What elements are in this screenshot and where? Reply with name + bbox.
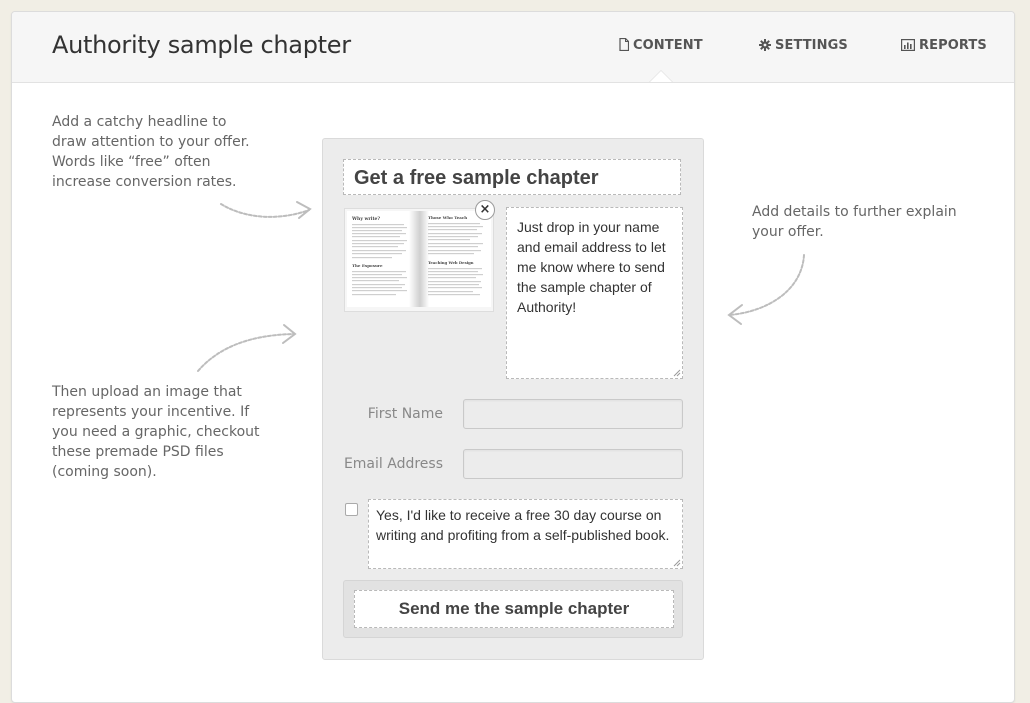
headline-help-text: Add a catchy headline to draw attention … — [52, 114, 250, 190]
email-input[interactable] — [463, 449, 683, 479]
active-tab-indicator — [650, 71, 672, 82]
details-help-text: Add details to further explain your offe… — [752, 204, 957, 240]
tab-settings-label: SETTINGS — [775, 38, 848, 53]
tab-reports[interactable]: REPORTS — [901, 38, 987, 55]
incentive-image[interactable]: Why write? The Exposure Those Who Teach … — [344, 208, 494, 312]
book-right-heading-1: Those Who Teach — [428, 215, 467, 220]
details-textarea[interactable]: Just drop in your name and email address… — [506, 207, 683, 379]
arrow-to-details-icon — [727, 254, 805, 325]
book-preview-image: Why write? The Exposure Those Who Teach … — [345, 209, 493, 311]
submit-container: Send me the sample chapter — [343, 580, 683, 638]
bar-chart-icon — [901, 39, 916, 55]
email-label: Email Address — [343, 456, 443, 472]
optin-text: Yes, I'd like to receive a free 30 day c… — [376, 507, 670, 543]
arrow-to-headline-icon — [220, 201, 312, 219]
first-name-label: First Name — [367, 406, 443, 422]
tab-content-label: CONTENT — [633, 38, 703, 53]
arrow-to-image-icon — [197, 324, 297, 372]
first-name-input[interactable] — [463, 399, 683, 429]
header-bar: Authority sample chapter CONTENT SETTING… — [12, 12, 1014, 83]
image-help-text: Then upload an image that represents you… — [52, 384, 260, 480]
optin-form: Get a free sample chapter Why write? The… — [322, 138, 704, 660]
tab-reports-label: REPORTS — [919, 38, 987, 53]
book-right-heading-2: Teaching Web Design — [428, 260, 474, 265]
gear-icon — [759, 39, 771, 55]
book-left-heading-2: The Exposure — [352, 263, 383, 268]
remove-image-button[interactable]: × — [475, 200, 495, 220]
details-text: Just drop in your name and email address… — [517, 219, 666, 315]
document-icon — [619, 37, 630, 55]
optin-textarea[interactable]: Yes, I'd like to receive a free 30 day c… — [368, 499, 683, 569]
tab-settings[interactable]: SETTINGS — [759, 38, 848, 55]
headline-field[interactable]: Get a free sample chapter — [343, 159, 681, 195]
submit-button[interactable]: Send me the sample chapter — [354, 590, 674, 628]
page-title: Authority sample chapter — [52, 31, 351, 59]
resize-handle-icon[interactable] — [673, 369, 681, 377]
book-left-heading-1: Why write? — [351, 216, 380, 222]
editor-panel: Authority sample chapter CONTENT SETTING… — [11, 11, 1015, 703]
optin-resize-handle-icon[interactable] — [673, 559, 681, 567]
tab-content[interactable]: CONTENT — [619, 37, 703, 55]
optin-checkbox[interactable] — [345, 503, 358, 516]
